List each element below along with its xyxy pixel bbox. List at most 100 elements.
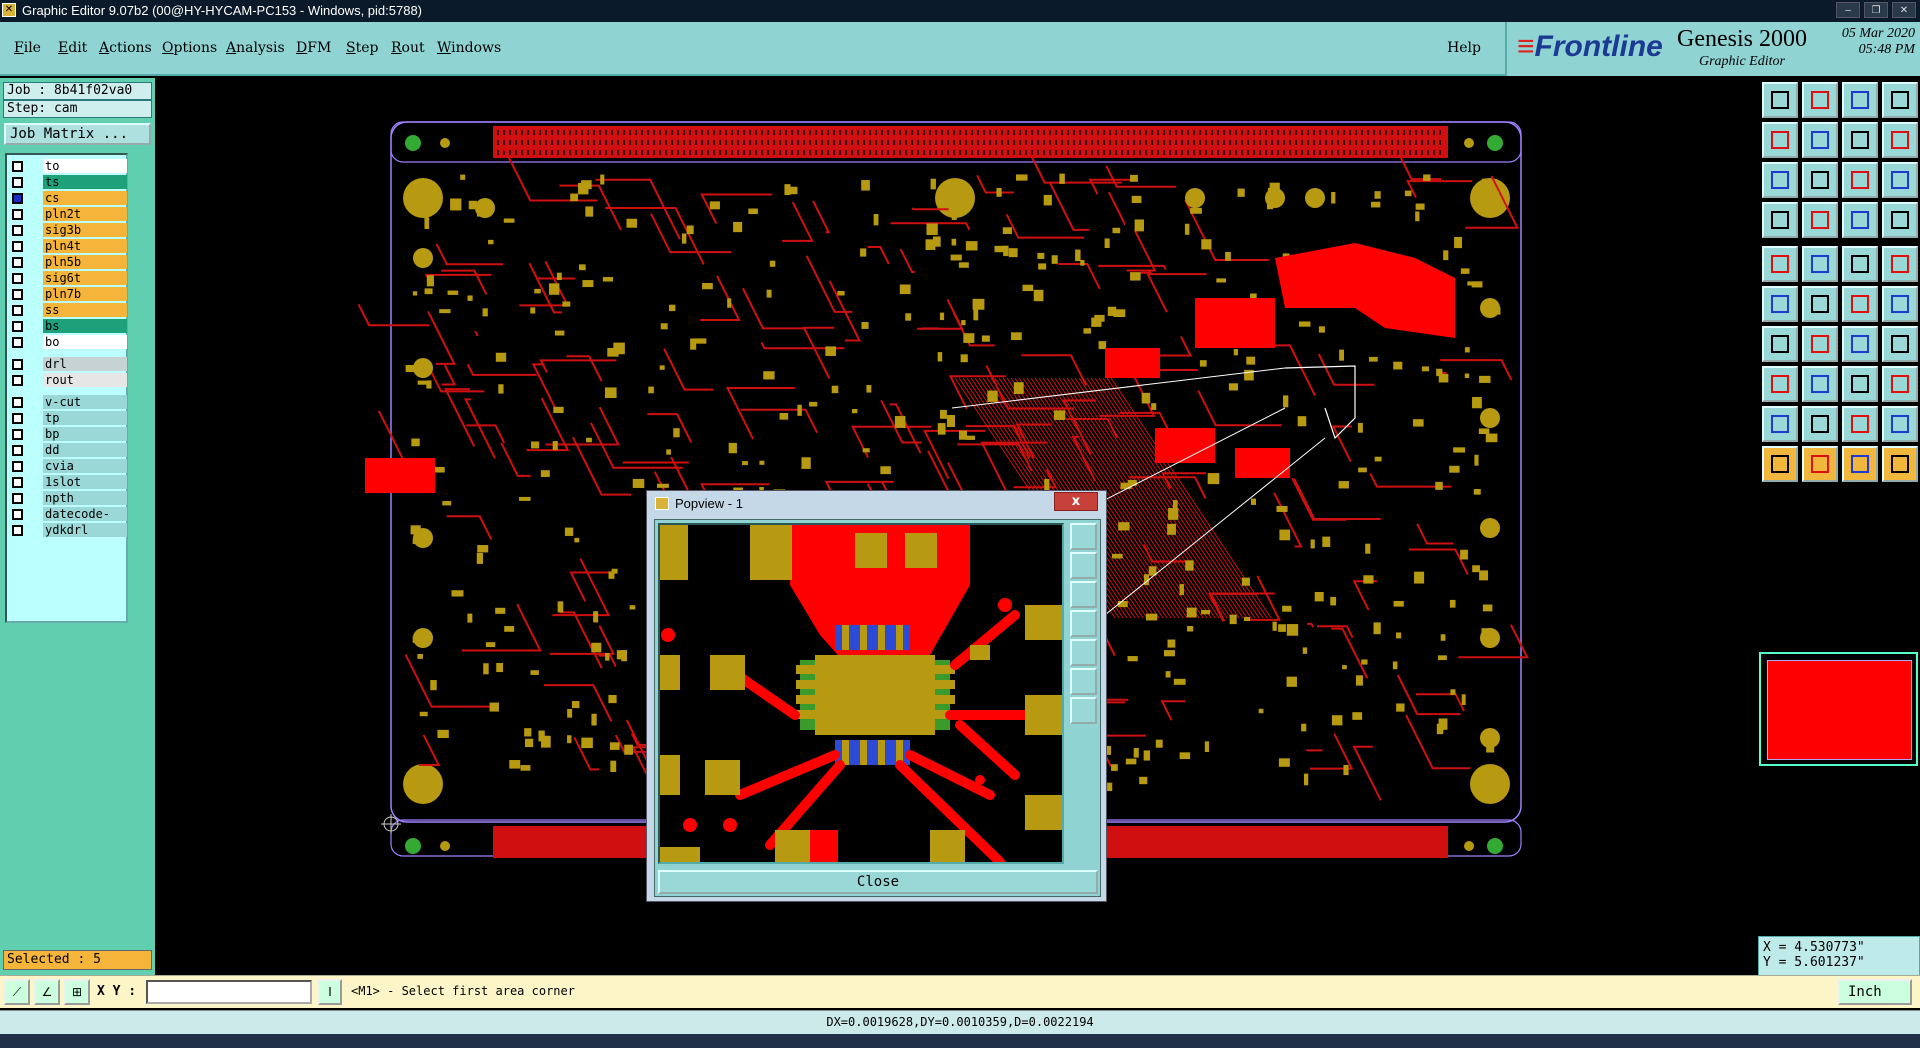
layer-checkbox[interactable] bbox=[12, 193, 23, 204]
text-a-icon[interactable] bbox=[1802, 406, 1838, 442]
layer-name[interactable]: drl bbox=[43, 357, 127, 371]
popview-window[interactable]: Popview - 1 x Close bbox=[646, 490, 1107, 902]
measure-icon[interactable] bbox=[1802, 246, 1838, 282]
layer-row-ts[interactable]: ts bbox=[9, 175, 128, 190]
array-icon[interactable] bbox=[1882, 366, 1918, 402]
layer-name[interactable]: bo bbox=[43, 335, 127, 349]
menu-edit[interactable]: Edit bbox=[58, 40, 87, 56]
route-icon[interactable] bbox=[1882, 122, 1918, 158]
menu-rout[interactable]: Rout bbox=[391, 40, 425, 56]
layer-row-to[interactable]: to bbox=[9, 159, 128, 174]
job-matrix-button[interactable]: Job Matrix ... bbox=[4, 123, 151, 145]
text-icon[interactable] bbox=[1762, 406, 1798, 442]
xy-input[interactable] bbox=[146, 980, 312, 1004]
popview-center-icon[interactable] bbox=[1070, 697, 1097, 724]
angle-mode-icon[interactable]: ∠ bbox=[34, 979, 60, 1005]
ruler-icon[interactable] bbox=[1842, 246, 1878, 282]
pad-move-icon[interactable] bbox=[1762, 366, 1798, 402]
layer-row-v-cut[interactable]: v-cut bbox=[9, 395, 128, 410]
layer-checkbox[interactable] bbox=[12, 525, 23, 536]
connect-icon[interactable] bbox=[1762, 286, 1798, 322]
snap-mode-icon[interactable]: ⟋ bbox=[4, 979, 30, 1005]
highlight-panel-icon[interactable] bbox=[1882, 202, 1918, 238]
layer-row-cvia[interactable]: cvia bbox=[9, 459, 128, 474]
layer-checkbox[interactable] bbox=[12, 305, 23, 316]
popview-pan-right-icon[interactable] bbox=[1070, 639, 1097, 666]
arc-icon[interactable] bbox=[1842, 326, 1878, 362]
layer-name[interactable]: bp bbox=[43, 427, 127, 441]
popview-pan-left-icon[interactable] bbox=[1070, 610, 1097, 637]
text-c-icon[interactable] bbox=[1882, 406, 1918, 442]
layer-checkbox[interactable] bbox=[12, 177, 23, 188]
layer-row-rout[interactable]: rout bbox=[9, 373, 128, 388]
pad-icon[interactable] bbox=[1762, 246, 1798, 282]
add-node-icon[interactable] bbox=[1842, 286, 1878, 322]
layer-name[interactable]: cs bbox=[43, 191, 127, 205]
popview-zoom-out-icon[interactable] bbox=[1070, 581, 1097, 608]
menu-analysis[interactable]: Analysis bbox=[226, 40, 285, 56]
layout-icon[interactable] bbox=[1882, 82, 1918, 118]
help-icon[interactable] bbox=[1882, 162, 1918, 198]
layer-name[interactable]: pln2t bbox=[43, 207, 127, 221]
units-selector[interactable]: Inch bbox=[1838, 979, 1912, 1005]
layer-name[interactable]: sig3b bbox=[43, 223, 127, 237]
layer-name[interactable]: cvia bbox=[43, 459, 127, 473]
layer-checkbox[interactable] bbox=[12, 461, 23, 472]
popview-zoom-canvas[interactable] bbox=[658, 523, 1064, 864]
popview-close-x-button[interactable]: x bbox=[1054, 492, 1098, 511]
popview-fit-icon[interactable] bbox=[1070, 668, 1097, 695]
close-window-button[interactable]: ✕ bbox=[1892, 2, 1916, 18]
next-icon[interactable] bbox=[1802, 122, 1838, 158]
layer-row-pln5b[interactable]: pln5b bbox=[9, 255, 128, 270]
layer-name[interactable]: v-cut bbox=[43, 395, 127, 409]
layer-checkbox[interactable] bbox=[12, 273, 23, 284]
bend-icon[interactable] bbox=[1882, 326, 1918, 362]
layer-checkbox[interactable] bbox=[12, 397, 23, 408]
pointer-b-icon[interactable] bbox=[1842, 446, 1878, 482]
layer-row-datecode-pte[interactable]: datecode-pte bbox=[9, 507, 128, 535]
layer-row-bs[interactable]: bs bbox=[9, 319, 128, 334]
layer-row-tp[interactable]: tp bbox=[9, 411, 128, 426]
layer-name[interactable]: rout bbox=[43, 373, 127, 387]
scale-icon[interactable] bbox=[1842, 162, 1878, 198]
zoom-center-icon[interactable] bbox=[1802, 162, 1838, 198]
zoom-fit-icon[interactable] bbox=[1762, 162, 1798, 198]
layer-name[interactable]: datecode-pte bbox=[43, 507, 127, 535]
layer-checkbox[interactable] bbox=[12, 477, 23, 488]
menu-actions[interactable]: Actions bbox=[99, 40, 152, 56]
layer-checkbox[interactable] bbox=[12, 209, 23, 220]
layer-row-pln4t[interactable]: pln4t bbox=[9, 239, 128, 254]
split-icon[interactable] bbox=[1842, 122, 1878, 158]
layer-row-1slot[interactable]: 1slot bbox=[9, 475, 128, 490]
popview-zoom-in-icon[interactable] bbox=[1070, 552, 1097, 579]
layer-name[interactable]: ts bbox=[43, 175, 127, 189]
popview-close-button[interactable]: Close bbox=[658, 870, 1098, 894]
layer-row-bp[interactable]: bp bbox=[9, 427, 128, 442]
layer-checkbox[interactable] bbox=[12, 509, 23, 520]
layer-name[interactable]: ss bbox=[43, 303, 127, 317]
layer-name[interactable]: sig6t bbox=[43, 271, 127, 285]
layer-row-cs[interactable]: cs bbox=[9, 191, 128, 206]
layer-name[interactable]: pln7b bbox=[43, 287, 127, 301]
layer-row-pln2t[interactable]: pln2t bbox=[9, 207, 128, 222]
pointer-a-icon[interactable] bbox=[1802, 446, 1838, 482]
pointer-route-icon[interactable] bbox=[1882, 446, 1918, 482]
layer-checkbox[interactable] bbox=[12, 493, 23, 504]
layer-name[interactable]: pln4t bbox=[43, 239, 127, 253]
layer-row-npth[interactable]: npth bbox=[9, 491, 128, 506]
layer-row-sig3b[interactable]: sig3b bbox=[9, 223, 128, 238]
menu-file[interactable]: File bbox=[14, 40, 41, 56]
layer-checkbox[interactable] bbox=[12, 161, 23, 172]
delete-node-icon[interactable] bbox=[1802, 286, 1838, 322]
layer-name[interactable]: 1slot bbox=[43, 475, 127, 489]
menu-windows[interactable]: Windows bbox=[437, 40, 501, 56]
layer-checkbox[interactable] bbox=[12, 257, 23, 268]
layer-checkbox[interactable] bbox=[12, 225, 23, 236]
layer-name[interactable]: to bbox=[43, 159, 127, 173]
menu-step[interactable]: Step bbox=[346, 40, 378, 56]
copy-icon[interactable] bbox=[1842, 366, 1878, 402]
layer-checkbox[interactable] bbox=[12, 241, 23, 252]
layer-row-bo[interactable]: bo bbox=[9, 335, 128, 350]
layer-row-ss[interactable]: ss bbox=[9, 303, 128, 318]
layer-name[interactable]: dd bbox=[43, 443, 127, 457]
